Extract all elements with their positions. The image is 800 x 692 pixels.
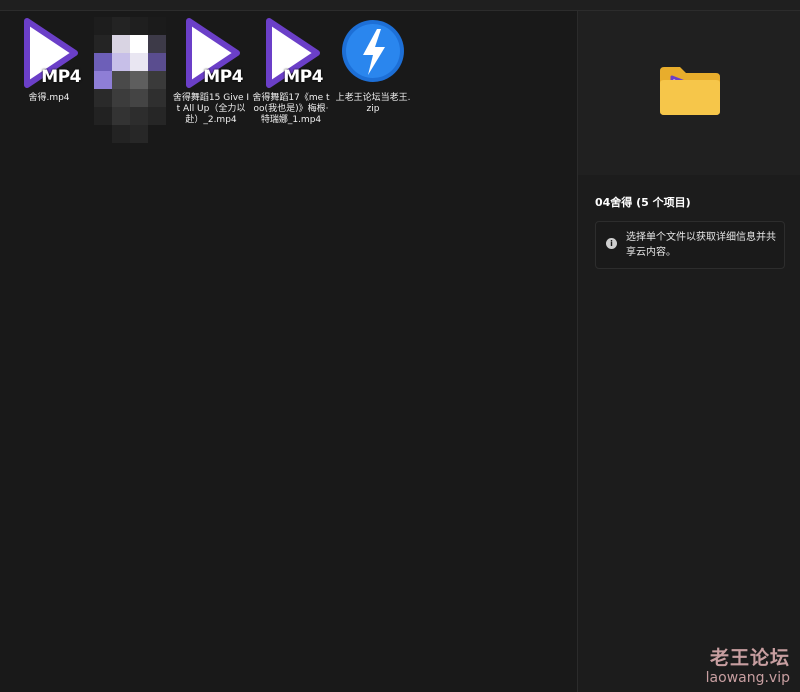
info-card: i 选择单个文件以获取详细信息并共享云内容。 (595, 221, 785, 269)
file-item-1[interactable]: MP4 舍得.mp4 (10, 11, 88, 104)
blurred-image-thumbnail[interactable] (94, 17, 166, 143)
details-pane: 04舍得 (5 个项目) i 选择单个文件以获取详细信息并共享云内容。 (578, 11, 800, 692)
mp4-file-icon: MP4 (17, 17, 81, 89)
file-item-5[interactable]: 上老王论坛当老王.zip (334, 11, 412, 115)
file-name: 上老王论坛当老王.zip (335, 93, 411, 114)
info-text: 选择单个文件以获取详细信息并共享云内容。 (626, 232, 776, 258)
file-name: 舍得舞蹈15 Give It All Up（全力以赴）_2.mp4 (172, 93, 250, 125)
file-name: 舍得舞蹈17《me too(我也是)》梅根·特瑞娜_1.mp4 (252, 93, 330, 125)
file-item-4[interactable]: MP4 舍得舞蹈17《me too(我也是)》梅根·特瑞娜_1.mp4 (252, 11, 330, 126)
watermark-cn: 老王论坛 (709, 647, 790, 669)
lightning-icon (342, 20, 404, 82)
details-title: 04舍得 (5 个项目) (595, 196, 691, 209)
toolbar-strip (0, 0, 800, 11)
zip-file-icon (341, 17, 405, 89)
file-explorer-window: MP4 舍得.mp4 MP4 舍得舞蹈15 Give It All Up（全力以… (0, 0, 800, 692)
mp4-file-icon: MP4 (179, 17, 243, 89)
mp4-file-icon: MP4 (259, 17, 323, 89)
mp4-badge: MP4 (41, 67, 81, 87)
folder-icon (660, 67, 720, 115)
mp4-badge: MP4 (203, 67, 243, 87)
file-name: 舍得.mp4 (28, 93, 70, 103)
info-icon: i (606, 238, 617, 249)
watermark: 老王论坛 laowang.vip (706, 643, 790, 686)
file-item-3[interactable]: MP4 舍得舞蹈15 Give It All Up（全力以赴）_2.mp4 (172, 11, 250, 126)
mp4-badge: MP4 (283, 67, 323, 87)
folder-preview (578, 11, 800, 175)
watermark-en: laowang.vip (705, 670, 790, 686)
